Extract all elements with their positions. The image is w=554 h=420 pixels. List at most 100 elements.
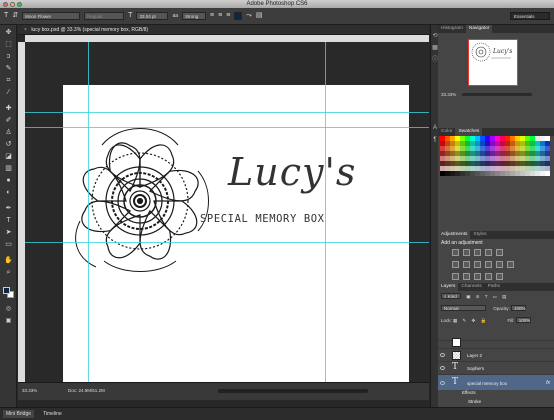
font-family-select[interactable]: Moon Flower [22,12,81,20]
navigator-zoom-value[interactable]: 33.33% [441,92,456,97]
vertical-ruler[interactable] [18,42,25,382]
zoom-window-button[interactable] [17,1,22,7]
rectangle-tool-icon[interactable]: ▭ [4,241,13,249]
foreground-color-swatch[interactable] [3,287,10,294]
guide-vertical[interactable] [325,42,326,382]
document-tab[interactable]: × lucy box.psd @ 33.3% (special memory b… [18,25,429,35]
layer-filter-select[interactable]: ⌕ Kind [441,293,461,299]
tab-channels[interactable]: Channels [458,283,484,291]
warp-text-icon[interactable]: ⤳ [246,12,252,20]
screen-mode-icon[interactable]: ▣ [4,317,13,325]
black-white-icon[interactable] [474,260,481,268]
tab-layers[interactable]: Layers [438,283,459,291]
quick-mask-icon[interactable]: ◎ [4,305,13,313]
blend-mode-select[interactable]: Normal [441,305,486,311]
tab-navigator[interactable]: Navigator [465,25,493,33]
dodge-tool-icon[interactable]: ◐ [4,189,13,197]
guide-vertical[interactable] [88,42,89,382]
levels-icon[interactable] [463,248,470,256]
hand-tool-icon[interactable]: ✋ [4,257,13,265]
tab-mini-bridge[interactable]: Mini Bridge [3,410,35,418]
horizontal-scrollbar[interactable] [218,389,368,393]
text-orientation-icon[interactable]: ⇵ [12,12,18,20]
invert-icon[interactable] [452,272,459,280]
fill-input[interactable]: 100% [515,317,531,323]
marquee-tool-icon[interactable]: ⬚ [4,41,13,49]
healing-brush-icon[interactable]: ✚ [4,105,13,113]
eye-icon[interactable] [440,366,445,370]
layer-row-sophies[interactable]: T Sophie's [438,361,554,374]
vibrance-icon[interactable] [496,248,503,256]
lasso-tool-icon[interactable]: ↄ [4,53,13,61]
brush-tool-icon[interactable]: ✐ [4,117,13,125]
brightness-contrast-icon[interactable] [452,248,459,256]
guide-horizontal[interactable] [25,127,429,128]
history-brush-icon[interactable]: ↺ [4,141,13,149]
eyedropper-tool-icon[interactable]: ⁄ [4,89,13,97]
document-canvas[interactable]: Lucy's SPECIAL MEMORY BOX [63,85,409,382]
eraser-tool-icon[interactable]: ◪ [4,153,13,161]
curves-icon[interactable] [474,248,481,256]
type-tool-icon[interactable]: T [4,217,13,225]
navigator-preview[interactable]: Lucy's [468,39,518,86]
layer-stroke-row[interactable]: Stroke [438,398,554,407]
align-left-icon[interactable]: ≡ [210,12,214,20]
layer-row-partial[interactable] [438,338,554,348]
font-style-select[interactable]: Regular [84,12,125,20]
tab-paths[interactable]: Paths [485,283,503,291]
hue-saturation-icon[interactable] [452,260,459,268]
exposure-icon[interactable] [485,248,492,256]
navigator-zoom-slider[interactable] [462,93,532,96]
threshold-icon[interactable] [474,272,481,280]
zoom-tool-icon[interactable]: ⌕ [4,269,13,277]
minimize-window-button[interactable] [10,1,15,7]
document-size[interactable]: Doc: 24.9M/61.2M [68,388,105,393]
color-balance-icon[interactable] [463,260,470,268]
font-size-input[interactable]: 33.04 pt [136,12,169,20]
workspace-select[interactable]: Essentials [510,12,550,20]
color-lookup-icon[interactable] [507,260,514,268]
fx-icon[interactable]: fx [546,380,550,386]
lock-icons[interactable]: ▦ ✎ ✥ 🔒 [453,318,488,323]
tab-adjustments[interactable]: Adjustments [438,231,471,239]
gradient-tool-icon[interactable]: ▥ [4,165,13,173]
crop-tool-icon[interactable]: ⌗ [4,77,13,85]
tab-styles[interactable]: Styles [470,231,489,239]
opacity-input[interactable]: 100% [511,305,527,311]
guide-horizontal[interactable] [25,242,429,243]
layer-row-special-memory-box[interactable]: T special memory box fx [438,374,554,390]
layer-effects-row[interactable]: Effects [438,390,554,398]
selective-color-icon[interactable] [496,272,503,280]
character-panel-icon[interactable]: ▤ [256,12,263,20]
path-select-icon[interactable]: ➤ [4,229,13,237]
tab-color[interactable]: Color [438,128,455,136]
eye-icon[interactable] [440,353,445,357]
blur-tool-icon[interactable]: ● [4,177,13,185]
quick-select-tool-icon[interactable]: ✎ [4,65,13,73]
zoom-level[interactable]: 33.33% [22,388,37,393]
guide-horizontal[interactable] [25,112,429,113]
filter-type-icons[interactable]: ▣ ⊘ T ▭ ▤ [466,294,508,299]
text-color-swatch[interactable] [234,12,243,20]
eye-icon[interactable] [440,381,445,385]
move-tool-icon[interactable]: ✥ [4,29,13,37]
type-tool-icon[interactable]: T [4,12,8,20]
swatch-grid[interactable] [440,136,550,176]
close-window-button[interactable] [3,1,8,7]
photo-filter-icon[interactable] [485,260,492,268]
tab-histogram[interactable]: Histogram [438,25,466,33]
close-tab-icon[interactable]: × [24,27,27,33]
posterize-icon[interactable] [463,272,470,280]
tab-timeline[interactable]: Timeline [40,410,65,418]
horizontal-ruler[interactable] [25,35,429,42]
antialias-select[interactable]: Strong [182,12,206,20]
swatch-chip[interactable] [545,171,550,176]
gradient-map-icon[interactable] [485,272,492,280]
clone-stamp-icon[interactable]: ♙ [4,129,13,137]
tab-swatches[interactable]: Swatches [455,128,483,136]
canvas-area[interactable]: Lucy's SPECIAL MEMORY BOX [25,42,429,382]
layer-row-layer-2[interactable]: Layer 2 [438,348,554,361]
align-right-icon[interactable]: ≡ [226,12,230,20]
pen-tool-icon[interactable]: ✒ [4,205,13,213]
channel-mixer-icon[interactable] [496,260,503,268]
